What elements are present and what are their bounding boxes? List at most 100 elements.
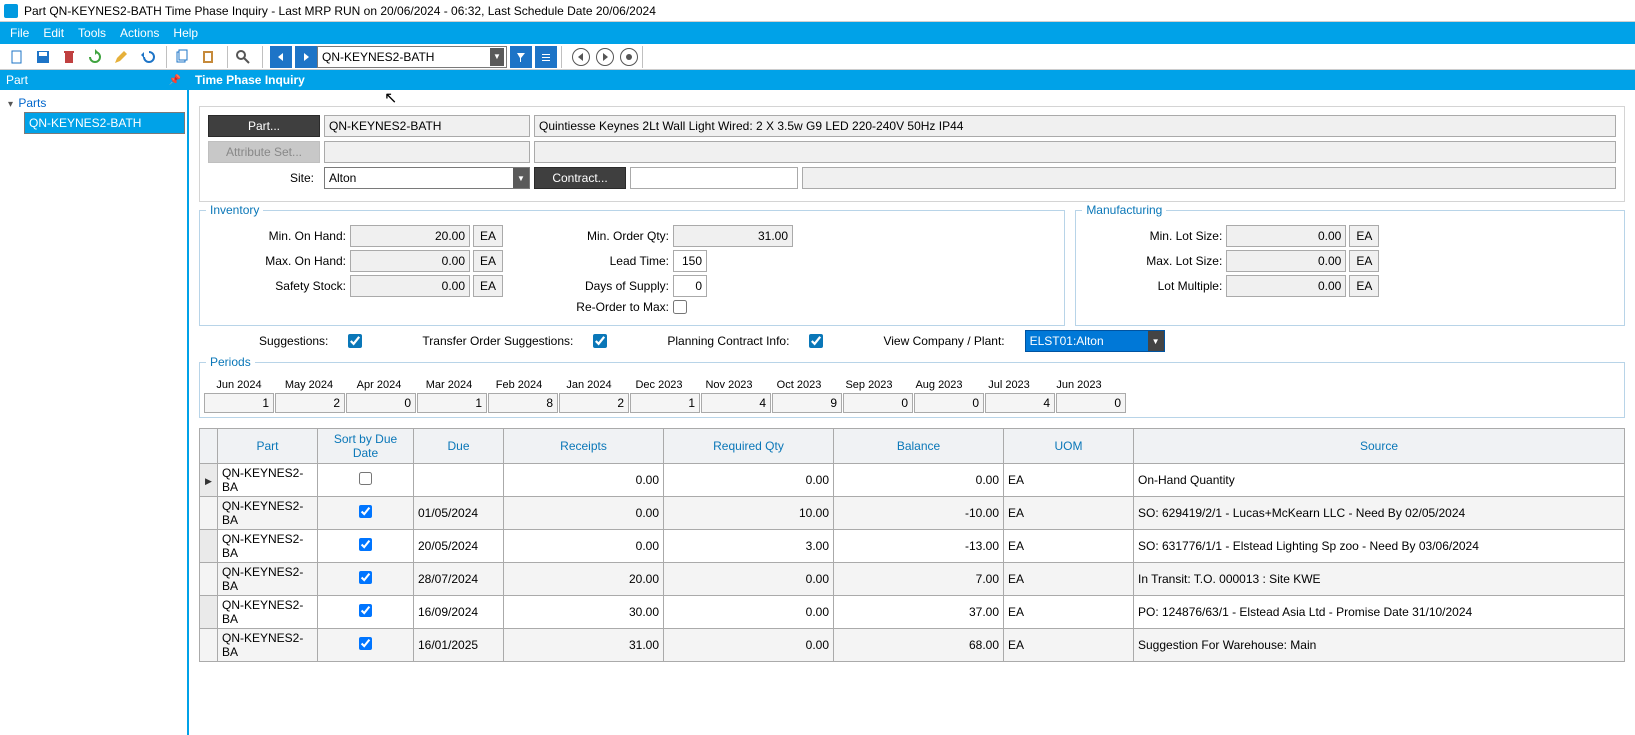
menu-edit[interactable]: Edit	[43, 26, 64, 40]
min-onhand-field[interactable]: 20.00	[350, 225, 470, 247]
cell-required[interactable]: 0.00	[664, 596, 834, 629]
suggestions-checkbox[interactable]	[348, 334, 362, 348]
cell-required[interactable]: 0.00	[664, 629, 834, 662]
cell-receipts[interactable]: 31.00	[504, 629, 664, 662]
cell-sort[interactable]	[318, 464, 414, 497]
cell-receipts[interactable]: 0.00	[504, 530, 664, 563]
sort-checkbox[interactable]	[359, 637, 372, 650]
chevron-down-icon[interactable]: ▼	[513, 168, 529, 188]
search-icon[interactable]	[232, 46, 254, 68]
cell-required[interactable]: 3.00	[664, 530, 834, 563]
row-marker[interactable]	[200, 497, 218, 530]
save-icon[interactable]	[32, 46, 54, 68]
menu-tools[interactable]: Tools	[78, 26, 106, 40]
contract-button[interactable]: Contract...	[534, 167, 626, 189]
row-marker[interactable]	[200, 563, 218, 596]
cell-uom[interactable]: EA	[1004, 629, 1134, 662]
cell-sort[interactable]	[318, 497, 414, 530]
cell-balance[interactable]: -10.00	[834, 497, 1004, 530]
cell-source[interactable]: On-Hand Quantity	[1134, 464, 1625, 497]
cell-balance[interactable]: -13.00	[834, 530, 1004, 563]
cell-balance[interactable]: 0.00	[834, 464, 1004, 497]
contract-field[interactable]	[630, 167, 798, 189]
tree-root[interactable]: ▾ Parts	[2, 94, 185, 112]
tree-node-selected[interactable]: QN-KEYNES2-BATH	[24, 112, 185, 134]
col-required-qty[interactable]: Required Qty	[664, 429, 834, 464]
cell-receipts[interactable]: 30.00	[504, 596, 664, 629]
max-onhand-field[interactable]: 0.00	[350, 250, 470, 272]
data-grid[interactable]: Part Sort by Due Date Due Receipts Requi…	[199, 428, 1625, 662]
period-cell[interactable]: 0	[346, 393, 416, 413]
reorder-max-checkbox[interactable]	[673, 300, 687, 314]
cell-due[interactable]: 16/01/2025	[414, 629, 504, 662]
cell-source[interactable]: In Transit: T.O. 000013 : Site KWE	[1134, 563, 1625, 596]
cell-balance[interactable]: 68.00	[834, 629, 1004, 662]
max-lot-field[interactable]: 0.00	[1226, 250, 1346, 272]
col-part[interactable]: Part	[218, 429, 318, 464]
pin-icon[interactable]: 📌	[169, 75, 181, 86]
part-button[interactable]: Part...	[208, 115, 320, 137]
cell-due[interactable]: 28/07/2024	[414, 563, 504, 596]
row-marker[interactable]: ▶	[200, 464, 218, 497]
period-cell[interactable]: 4	[985, 393, 1055, 413]
cell-uom[interactable]: EA	[1004, 497, 1134, 530]
sort-checkbox[interactable]	[359, 571, 372, 584]
cell-part[interactable]: QN-KEYNES2-BA	[218, 596, 318, 629]
cell-balance[interactable]: 37.00	[834, 596, 1004, 629]
nav-forward-icon[interactable]	[596, 48, 614, 66]
cell-source[interactable]: PO: 124876/63/1 - Elstead Asia Ltd - Pro…	[1134, 596, 1625, 629]
cell-due[interactable]: 01/05/2024	[414, 497, 504, 530]
period-cell[interactable]: 8	[488, 393, 558, 413]
cell-receipts[interactable]: 0.00	[504, 464, 664, 497]
cell-uom[interactable]: EA	[1004, 530, 1134, 563]
col-receipts[interactable]: Receipts	[504, 429, 664, 464]
cell-due[interactable]	[414, 464, 504, 497]
row-marker[interactable]	[200, 629, 218, 662]
cell-receipts[interactable]: 0.00	[504, 497, 664, 530]
undo-icon[interactable]	[136, 46, 158, 68]
planning-contract-checkbox[interactable]	[809, 334, 823, 348]
period-cell[interactable]: 0	[914, 393, 984, 413]
col-due[interactable]: Due	[414, 429, 504, 464]
cell-sort[interactable]	[318, 629, 414, 662]
nav-stop-icon[interactable]	[620, 48, 638, 66]
table-row[interactable]: QN-KEYNES2-BA16/09/202430.000.0037.00EAP…	[200, 596, 1625, 629]
cell-uom[interactable]: EA	[1004, 563, 1134, 596]
table-row[interactable]: QN-KEYNES2-BA16/01/202531.000.0068.00EAS…	[200, 629, 1625, 662]
table-row[interactable]: QN-KEYNES2-BA01/05/20240.0010.00-10.00EA…	[200, 497, 1625, 530]
lot-multiple-field[interactable]: 0.00	[1226, 275, 1346, 297]
menu-file[interactable]: File	[10, 26, 29, 40]
table-row[interactable]: QN-KEYNES2-BA28/07/202420.000.007.00EAIn…	[200, 563, 1625, 596]
period-cell[interactable]: 1	[204, 393, 274, 413]
cell-due[interactable]: 20/05/2024	[414, 530, 504, 563]
col-balance[interactable]: Balance	[834, 429, 1004, 464]
cell-part[interactable]: QN-KEYNES2-BA	[218, 497, 318, 530]
col-source[interactable]: Source	[1134, 429, 1625, 464]
nav-next-icon[interactable]	[295, 46, 317, 68]
cell-part[interactable]: QN-KEYNES2-BA	[218, 464, 318, 497]
col-uom[interactable]: UOM	[1004, 429, 1134, 464]
cell-due[interactable]: 16/09/2024	[414, 596, 504, 629]
copy-icon[interactable]	[171, 46, 193, 68]
part-combo[interactable]: QN-KEYNES2-BATH ▼	[317, 46, 507, 68]
min-order-qty-field[interactable]: 31.00	[673, 225, 793, 247]
site-select[interactable]: Alton ▼	[324, 167, 530, 189]
period-cell[interactable]: 2	[275, 393, 345, 413]
row-marker[interactable]	[200, 596, 218, 629]
cell-uom[interactable]: EA	[1004, 464, 1134, 497]
sort-checkbox[interactable]	[359, 604, 372, 617]
period-cell[interactable]: 0	[843, 393, 913, 413]
period-cell[interactable]: 1	[630, 393, 700, 413]
view-company-plant-select[interactable]: ELST01:Alton ▼	[1025, 330, 1165, 352]
cell-receipts[interactable]: 20.00	[504, 563, 664, 596]
paste-icon[interactable]	[197, 46, 219, 68]
period-cell[interactable]: 0	[1056, 393, 1126, 413]
sort-checkbox[interactable]	[359, 538, 372, 551]
lead-time-field[interactable]: 150	[673, 250, 707, 272]
cell-source[interactable]: SO: 631776/1/1 - Elstead Lighting Sp zoo…	[1134, 530, 1625, 563]
chevron-down-icon[interactable]: ▼	[490, 48, 504, 66]
sort-checkbox[interactable]	[359, 505, 372, 518]
sort-checkbox[interactable]	[359, 472, 372, 485]
cell-part[interactable]: QN-KEYNES2-BA	[218, 563, 318, 596]
table-row[interactable]: QN-KEYNES2-BA20/05/20240.003.00-13.00EAS…	[200, 530, 1625, 563]
